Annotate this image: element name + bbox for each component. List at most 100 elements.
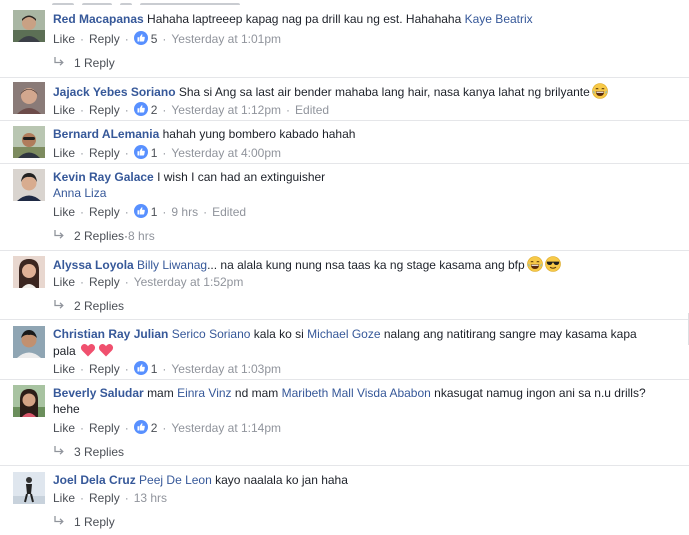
like-count[interactable]: 2 [151,421,158,435]
tagged-user[interactable]: Serico Soriano [172,327,251,341]
like-reaction-icon[interactable] [133,31,148,45]
reply-arrow-icon [53,229,65,241]
separator: · [124,362,129,376]
divider [0,120,689,121]
replies-count[interactable]: 1 Reply [74,56,115,70]
view-replies-link[interactable]: 1 Reply [53,55,115,71]
reply-link[interactable]: Reply [89,275,120,289]
comment-text: pala [53,344,76,358]
comment-actions: Like · Reply · 2 · Yesterday at 1:14pm [53,420,281,436]
divider [0,250,689,251]
tagged-user[interactable]: Michael Goze [307,327,380,341]
divider [0,163,689,164]
comment-text: kala ko si [253,327,304,341]
like-link[interactable]: Like [53,146,75,160]
replies-count[interactable]: 3 Replies [74,445,124,459]
like-link[interactable]: Like [53,103,75,117]
heart-emoji-icon [80,342,96,358]
timestamp[interactable]: Yesterday at 1:14pm [171,421,281,435]
divider [0,465,689,466]
laughing-emoji-icon [592,83,608,99]
avatar[interactable] [13,472,45,504]
separator: · [162,103,167,117]
like-link[interactable]: Like [53,275,75,289]
separator: · [124,275,129,289]
tagged-user[interactable]: Maribeth Mall Visda Ababon [282,386,431,400]
comment-author[interactable]: Red Macapanas [53,12,144,26]
comment-text: nd mam [234,386,279,400]
like-count[interactable]: 2 [151,103,158,117]
separator: · [286,103,291,117]
tagged-user[interactable]: Einra Vinz [177,386,231,400]
like-reaction-icon[interactable] [133,420,148,434]
heart-emoji-icon [98,342,114,358]
reply-link[interactable]: Reply [89,205,120,219]
separator: · [124,103,129,117]
tagged-user[interactable]: Anna Liza [53,186,106,200]
tagged-user[interactable]: Peej De Leon [139,473,212,487]
like-reaction-icon[interactable] [133,361,148,375]
like-reaction-icon[interactable] [133,102,148,116]
avatar[interactable] [13,126,45,158]
like-link[interactable]: Like [53,421,75,435]
timestamp[interactable]: 9 hrs [171,205,198,219]
laughing-emoji-icon [526,256,543,272]
comment-author[interactable]: Alyssa Loyola [53,258,134,272]
comment-text: Hahaha laptreeep kapag nag pa drill kau … [147,12,462,26]
replies-count[interactable]: 2 Replies [74,229,124,243]
like-count[interactable]: 1 [151,205,158,219]
separator: · [162,362,167,376]
comment-author[interactable]: Joel Dela Cruz [53,473,136,487]
timestamp[interactable]: Yesterday at 1:03pm [171,362,281,376]
like-link[interactable]: Like [53,205,75,219]
reply-link[interactable]: Reply [89,146,120,160]
tagged-user[interactable]: Billy Liwanag [137,258,207,272]
avatar[interactable] [13,10,45,42]
view-replies-link[interactable]: 2 Replies·8 hrs [53,228,155,244]
avatar[interactable] [13,256,45,288]
timestamp[interactable]: Yesterday at 1:52pm [134,275,244,289]
comment-text: nkasugat namug ingon ani sa n.u drills? [434,386,646,400]
tagged-user[interactable]: Kaye Beatrix [465,12,533,26]
like-count[interactable]: 5 [151,32,158,46]
avatar[interactable] [13,385,45,417]
replies-count[interactable]: 2 Replies [74,299,124,313]
like-link[interactable]: Like [53,491,75,505]
avatar[interactable] [13,169,45,201]
reply-link[interactable]: Reply [89,32,120,46]
edited-label[interactable]: Edited [295,103,329,117]
view-replies-link[interactable]: 1 Reply [53,514,115,530]
comment-author[interactable]: Jajack Yebes Soriano [53,85,176,99]
clipped-actions-row [52,0,312,5]
reply-link[interactable]: Reply [89,421,120,435]
separator: · [162,146,167,160]
like-count[interactable]: 1 [151,362,158,376]
like-count[interactable]: 1 [151,146,158,160]
timestamp[interactable]: Yesterday at 1:01pm [171,32,281,46]
comment-author[interactable]: Christian Ray Julian [53,327,168,341]
reply-link[interactable]: Reply [89,103,120,117]
comment-author[interactable]: Kevin Ray Galace [53,170,154,184]
timestamp[interactable]: Yesterday at 4:00pm [171,146,281,160]
comment-text: hehe [53,402,80,416]
like-link[interactable]: Like [53,362,75,376]
like-reaction-icon[interactable] [133,204,148,218]
like-reaction-icon[interactable] [133,145,148,159]
comment-author[interactable]: Bernard ALemania [53,127,159,141]
separator: · [124,32,129,46]
reply-link[interactable]: Reply [89,362,120,376]
edited-label[interactable]: Edited [212,205,246,219]
avatar[interactable] [13,326,45,358]
like-link[interactable]: Like [53,32,75,46]
reply-arrow-icon [53,445,65,457]
comment-author[interactable]: Beverly Saludar [53,386,144,400]
view-replies-link[interactable]: 2 Replies [53,298,124,314]
avatar[interactable] [13,82,45,114]
timestamp[interactable]: Yesterday at 1:12pm [171,103,281,117]
reply-link[interactable]: Reply [89,491,120,505]
view-replies-link[interactable]: 3 Replies [53,444,124,460]
divider [0,379,689,380]
comment-actions: Like · Reply · 13 hrs [53,490,167,506]
timestamp[interactable]: 13 hrs [134,491,167,505]
replies-count[interactable]: 1 Reply [74,515,115,529]
